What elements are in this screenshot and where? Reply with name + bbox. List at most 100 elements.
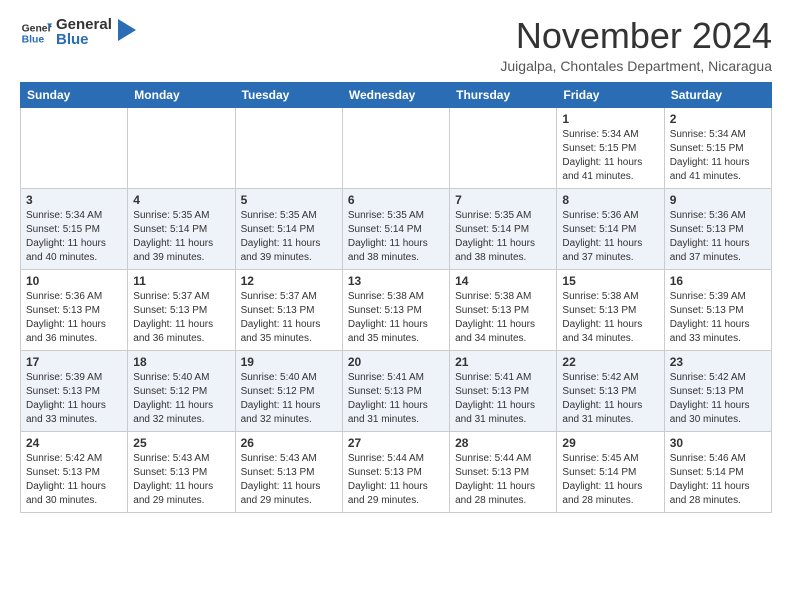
calendar-cell: 9 Sunrise: 5:36 AM Sunset: 5:13 PM Daylig… <box>664 188 771 269</box>
day-number: 26 <box>241 436 337 450</box>
calendar-cell <box>21 107 128 188</box>
day-info: Sunrise: 5:45 AM Sunset: 5:14 PM Dayligh… <box>562 452 658 508</box>
day-number: 2 <box>670 112 766 126</box>
calendar-week-row: 17 Sunrise: 5:39 AM Sunset: 5:13 PM Dayli… <box>21 350 772 431</box>
day-number: 9 <box>670 193 766 207</box>
day-info: Sunrise: 5:46 AM Sunset: 5:14 PM Dayligh… <box>670 452 766 508</box>
title-section: November 2024 Juigalpa, Chontales Depart… <box>500 16 772 74</box>
day-info: Sunrise: 5:35 AM Sunset: 5:14 PM Dayligh… <box>455 209 551 265</box>
day-number: 17 <box>26 355 122 369</box>
day-info: Sunrise: 5:35 AM Sunset: 5:14 PM Dayligh… <box>241 209 337 265</box>
calendar-week-row: 24 Sunrise: 5:42 AM Sunset: 5:13 PM Dayli… <box>21 431 772 512</box>
day-number: 23 <box>670 355 766 369</box>
calendar-cell: 19 Sunrise: 5:40 AM Sunset: 5:12 PM Dayli… <box>235 350 342 431</box>
calendar-cell: 6 Sunrise: 5:35 AM Sunset: 5:14 PM Daylig… <box>342 188 449 269</box>
calendar-cell: 22 Sunrise: 5:42 AM Sunset: 5:13 PM Dayli… <box>557 350 664 431</box>
calendar-cell: 16 Sunrise: 5:39 AM Sunset: 5:13 PM Dayli… <box>664 269 771 350</box>
calendar-cell <box>450 107 557 188</box>
day-number: 29 <box>562 436 658 450</box>
day-number: 13 <box>348 274 444 288</box>
day-info: Sunrise: 5:34 AM Sunset: 5:15 PM Dayligh… <box>562 128 658 184</box>
day-number: 10 <box>26 274 122 288</box>
logo-arrow-icon <box>118 19 136 41</box>
day-info: Sunrise: 5:36 AM Sunset: 5:13 PM Dayligh… <box>26 290 122 346</box>
day-info: Sunrise: 5:35 AM Sunset: 5:14 PM Dayligh… <box>348 209 444 265</box>
calendar-cell: 11 Sunrise: 5:37 AM Sunset: 5:13 PM Dayli… <box>128 269 235 350</box>
day-info: Sunrise: 5:38 AM Sunset: 5:13 PM Dayligh… <box>455 290 551 346</box>
calendar-cell: 10 Sunrise: 5:36 AM Sunset: 5:13 PM Dayli… <box>21 269 128 350</box>
day-number: 20 <box>348 355 444 369</box>
day-number: 7 <box>455 193 551 207</box>
day-number: 3 <box>26 193 122 207</box>
day-info: Sunrise: 5:43 AM Sunset: 5:13 PM Dayligh… <box>241 452 337 508</box>
day-number: 18 <box>133 355 229 369</box>
logo-icon: General Blue <box>20 17 52 49</box>
day-number: 5 <box>241 193 337 207</box>
day-number: 19 <box>241 355 337 369</box>
calendar-cell <box>342 107 449 188</box>
logo: General Blue General Blue <box>20 16 136 49</box>
logo-blue-text: Blue <box>56 31 112 49</box>
day-info: Sunrise: 5:42 AM Sunset: 5:13 PM Dayligh… <box>670 371 766 427</box>
calendar-cell: 25 Sunrise: 5:43 AM Sunset: 5:13 PM Dayli… <box>128 431 235 512</box>
day-info: Sunrise: 5:35 AM Sunset: 5:14 PM Dayligh… <box>133 209 229 265</box>
day-info: Sunrise: 5:34 AM Sunset: 5:15 PM Dayligh… <box>26 209 122 265</box>
day-number: 15 <box>562 274 658 288</box>
day-number: 11 <box>133 274 229 288</box>
calendar-cell: 5 Sunrise: 5:35 AM Sunset: 5:14 PM Daylig… <box>235 188 342 269</box>
day-number: 1 <box>562 112 658 126</box>
calendar-cell: 27Sunrise: 5:44 AM Sunset: 5:13 PM Dayli… <box>342 431 449 512</box>
day-number: 6 <box>348 193 444 207</box>
calendar-cell: 21Sunrise: 5:41 AM Sunset: 5:13 PM Dayli… <box>450 350 557 431</box>
day-number: 22 <box>562 355 658 369</box>
day-info: Sunrise: 5:44 AM Sunset: 5:13 PM Dayligh… <box>455 452 551 508</box>
day-info: Sunrise: 5:34 AM Sunset: 5:15 PM Dayligh… <box>670 128 766 184</box>
calendar-header-saturday: Saturday <box>664 82 771 107</box>
day-info: Sunrise: 5:37 AM Sunset: 5:13 PM Dayligh… <box>241 290 337 346</box>
calendar-cell: 15 Sunrise: 5:38 AM Sunset: 5:13 PM Dayli… <box>557 269 664 350</box>
calendar-header-monday: Monday <box>128 82 235 107</box>
day-number: 25 <box>133 436 229 450</box>
day-info: Sunrise: 5:43 AM Sunset: 5:13 PM Dayligh… <box>133 452 229 508</box>
calendar-cell: 30 Sunrise: 5:46 AM Sunset: 5:14 PM Dayli… <box>664 431 771 512</box>
day-number: 8 <box>562 193 658 207</box>
day-info: Sunrise: 5:42 AM Sunset: 5:13 PM Dayligh… <box>562 371 658 427</box>
day-number: 16 <box>670 274 766 288</box>
day-info: Sunrise: 5:40 AM Sunset: 5:12 PM Dayligh… <box>241 371 337 427</box>
calendar-cell: 23 Sunrise: 5:42 AM Sunset: 5:13 PM Dayli… <box>664 350 771 431</box>
calendar-week-row: 3 Sunrise: 5:34 AM Sunset: 5:15 PM Daylig… <box>21 188 772 269</box>
calendar-cell: 29 Sunrise: 5:45 AM Sunset: 5:14 PM Dayli… <box>557 431 664 512</box>
day-info: Sunrise: 5:42 AM Sunset: 5:13 PM Dayligh… <box>26 452 122 508</box>
day-info: Sunrise: 5:39 AM Sunset: 5:13 PM Dayligh… <box>26 371 122 427</box>
day-info: Sunrise: 5:36 AM Sunset: 5:14 PM Dayligh… <box>562 209 658 265</box>
day-number: 24 <box>26 436 122 450</box>
calendar-cell <box>235 107 342 188</box>
calendar-cell: 4 Sunrise: 5:35 AM Sunset: 5:14 PM Daylig… <box>128 188 235 269</box>
header: General Blue General Blue November 2024 … <box>20 16 772 74</box>
day-number: 30 <box>670 436 766 450</box>
calendar-cell: 26 Sunrise: 5:43 AM Sunset: 5:13 PM Dayli… <box>235 431 342 512</box>
calendar-cell: 1 Sunrise: 5:34 AM Sunset: 5:15 PM Daylig… <box>557 107 664 188</box>
calendar-cell: 17 Sunrise: 5:39 AM Sunset: 5:13 PM Dayli… <box>21 350 128 431</box>
day-info: Sunrise: 5:37 AM Sunset: 5:13 PM Dayligh… <box>133 290 229 346</box>
calendar-header-row: SundayMondayTuesdayWednesdayThursdayFrid… <box>21 82 772 107</box>
calendar-week-row: 10 Sunrise: 5:36 AM Sunset: 5:13 PM Dayli… <box>21 269 772 350</box>
calendar-cell: 18 Sunrise: 5:40 AM Sunset: 5:12 PM Dayli… <box>128 350 235 431</box>
day-info: Sunrise: 5:40 AM Sunset: 5:12 PM Dayligh… <box>133 371 229 427</box>
calendar-cell: 13 Sunrise: 5:38 AM Sunset: 5:13 PM Dayli… <box>342 269 449 350</box>
day-number: 21 <box>455 355 551 369</box>
calendar-cell: 3 Sunrise: 5:34 AM Sunset: 5:15 PM Daylig… <box>21 188 128 269</box>
calendar-cell: 12Sunrise: 5:37 AM Sunset: 5:13 PM Dayli… <box>235 269 342 350</box>
day-number: 27 <box>348 436 444 450</box>
calendar-header-tuesday: Tuesday <box>235 82 342 107</box>
day-number: 14 <box>455 274 551 288</box>
calendar-cell: 28Sunrise: 5:44 AM Sunset: 5:13 PM Dayli… <box>450 431 557 512</box>
day-info: Sunrise: 5:38 AM Sunset: 5:13 PM Dayligh… <box>562 290 658 346</box>
calendar-cell: 20Sunrise: 5:41 AM Sunset: 5:13 PM Dayli… <box>342 350 449 431</box>
day-info: Sunrise: 5:39 AM Sunset: 5:13 PM Dayligh… <box>670 290 766 346</box>
day-info: Sunrise: 5:38 AM Sunset: 5:13 PM Dayligh… <box>348 290 444 346</box>
day-number: 4 <box>133 193 229 207</box>
calendar-header-wednesday: Wednesday <box>342 82 449 107</box>
svg-text:Blue: Blue <box>22 34 45 45</box>
day-info: Sunrise: 5:36 AM Sunset: 5:13 PM Dayligh… <box>670 209 766 265</box>
